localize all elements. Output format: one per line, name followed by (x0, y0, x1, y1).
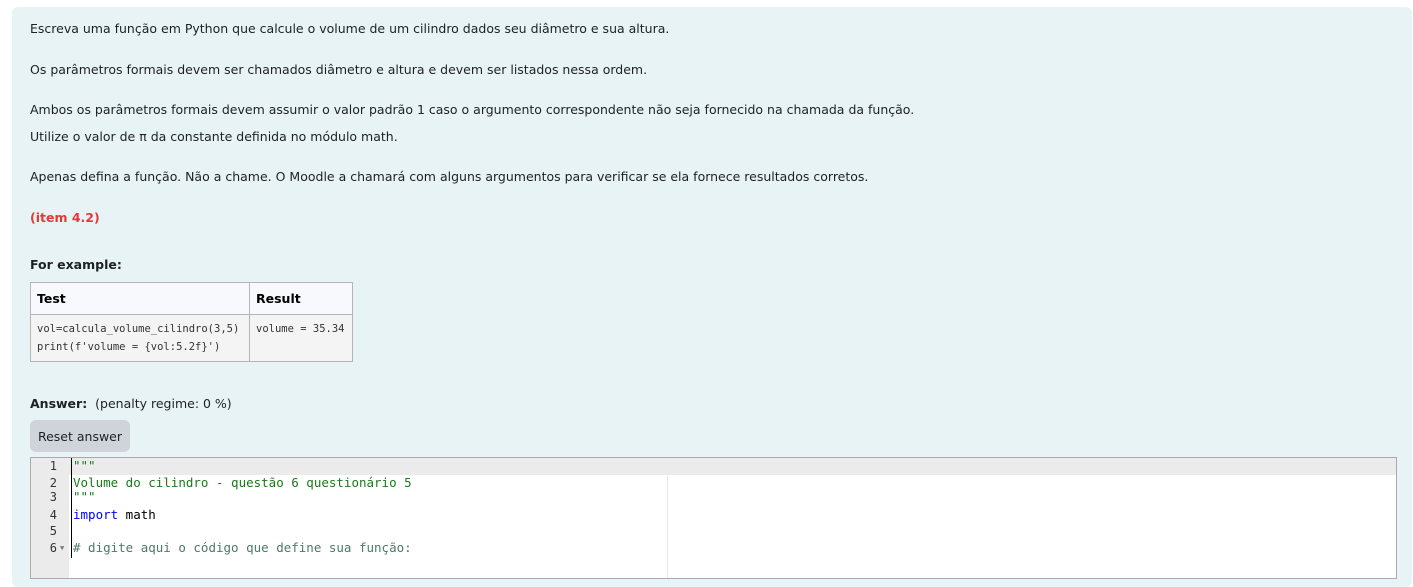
header-result: Result (249, 282, 353, 315)
code-text: # digite aqui o código que define sua fu… (73, 540, 412, 555)
code-text: """ (73, 458, 96, 473)
question-text-2: Os parâmetros formais devem ser chamados… (30, 62, 648, 77)
question-text-1: Escreva uma função em Python que calcule… (30, 21, 670, 36)
keyword: import (73, 507, 119, 522)
header-test: Test (30, 282, 250, 315)
code-line: 4 import math (31, 507, 1396, 524)
fold-arrow-icon[interactable]: ▼ (60, 540, 64, 557)
reset-answer-button[interactable]: Reset answer (30, 420, 130, 452)
code-line: 6 ▼ # digite aqui o código que define su… (31, 540, 1396, 557)
line-number: 1 (49, 459, 57, 473)
answer-label: Answer: (30, 396, 88, 411)
question-text-4: Utilize o valor de π da constante defini… (30, 129, 398, 144)
code-text: import math (73, 507, 156, 524)
code-editor[interactable]: 1 """ 2 Volume do cilindro - questão 6 q… (30, 457, 1397, 579)
question-text-3: Ambos os parâmetros formais devem assumi… (30, 102, 915, 117)
text-cursor (71, 458, 72, 558)
example-table: Test Result vol=calcula_volume_cilindro(… (30, 282, 353, 362)
line-number: 4 (49, 508, 57, 522)
line-number: 6 (49, 541, 57, 555)
penalty-regime: (penalty regime: 0 %) (95, 396, 232, 411)
result-cell: volume = 35.34 (249, 314, 353, 362)
code-line: 1 """ (31, 458, 1396, 475)
table-row: vol=calcula_volume_cilindro(3,5) print(f… (30, 314, 353, 362)
code-line: 5 (31, 523, 1396, 540)
answer-label-row: Answer: (penalty regime: 0 %) (30, 396, 232, 411)
line-number: 5 (49, 524, 57, 538)
test-cell: vol=calcula_volume_cilindro(3,5) print(f… (30, 314, 250, 362)
for-example-heading: For example: (30, 257, 122, 272)
code-rest: math (118, 507, 156, 522)
line-number: 3 (49, 490, 57, 504)
question-text-5: Apenas defina a função. Não a chame. O M… (30, 169, 869, 184)
item-tag: (item 4.2) (30, 210, 100, 225)
code-text: """ (73, 489, 96, 504)
code-line: 3 """ (31, 489, 1396, 506)
